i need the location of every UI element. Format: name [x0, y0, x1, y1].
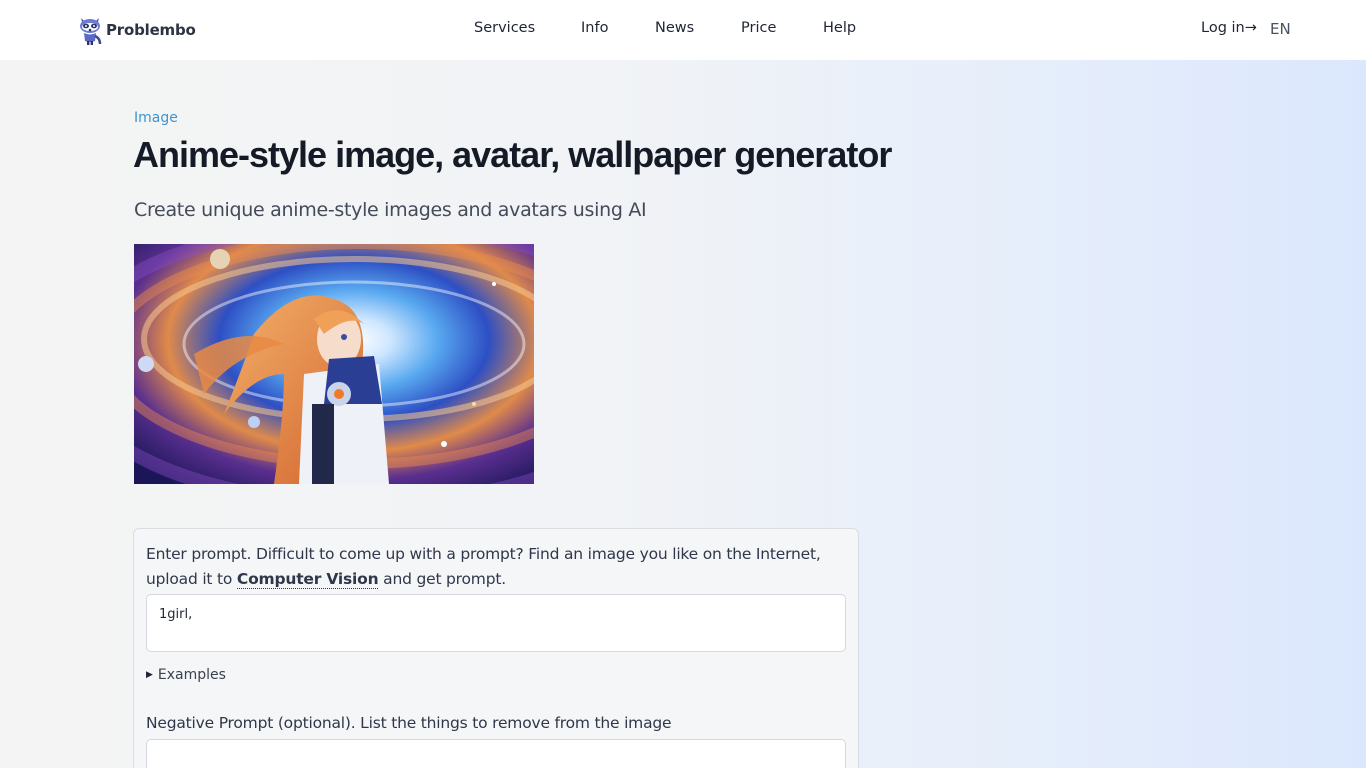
nav-item-help[interactable]: Help — [823, 20, 856, 36]
top-header: Problembo Services Info News Price Help … — [0, 0, 1366, 60]
nav-item-info[interactable]: Info — [581, 20, 608, 36]
nav-item-price[interactable]: Price — [741, 20, 776, 36]
prompt-label: Enter prompt. Difficult to come up with … — [146, 542, 846, 592]
negative-prompt-label: Negative Prompt (optional). List the thi… — [146, 714, 672, 732]
login-link[interactable]: Log in→ — [1201, 20, 1257, 36]
language-selector[interactable]: EN — [1270, 20, 1291, 38]
breadcrumb-image-link[interactable]: Image — [134, 110, 178, 126]
generator-form-card: Enter prompt. Difficult to come up with … — [133, 528, 859, 768]
triangle-right-icon: ▶ — [146, 670, 153, 680]
negative-prompt-textarea[interactable] — [146, 739, 846, 768]
page-title: Anime-style image, avatar, wallpaper gen… — [133, 134, 892, 175]
brand-name: Problembo — [106, 21, 196, 39]
arrow-right-icon: → — [1244, 20, 1257, 36]
examples-label: Examples — [157, 667, 226, 683]
hero-anime-image — [134, 244, 534, 484]
brand-logo-link[interactable]: Problembo — [78, 14, 196, 46]
raccoon-mascot-icon — [80, 18, 102, 45]
prompt-label-text-end: and get prompt. — [378, 570, 506, 588]
computer-vision-link[interactable]: Computer Vision — [236, 570, 379, 589]
nav-item-services[interactable]: Services — [474, 20, 535, 36]
prompt-textarea[interactable]: 1girl, — [146, 594, 846, 652]
examples-toggle[interactable]: ▶ Examples — [146, 667, 226, 683]
login-label: Log in — [1201, 20, 1245, 36]
nav-item-news[interactable]: News — [655, 20, 694, 36]
page-subtitle: Create unique anime-style images and ava… — [134, 199, 647, 221]
